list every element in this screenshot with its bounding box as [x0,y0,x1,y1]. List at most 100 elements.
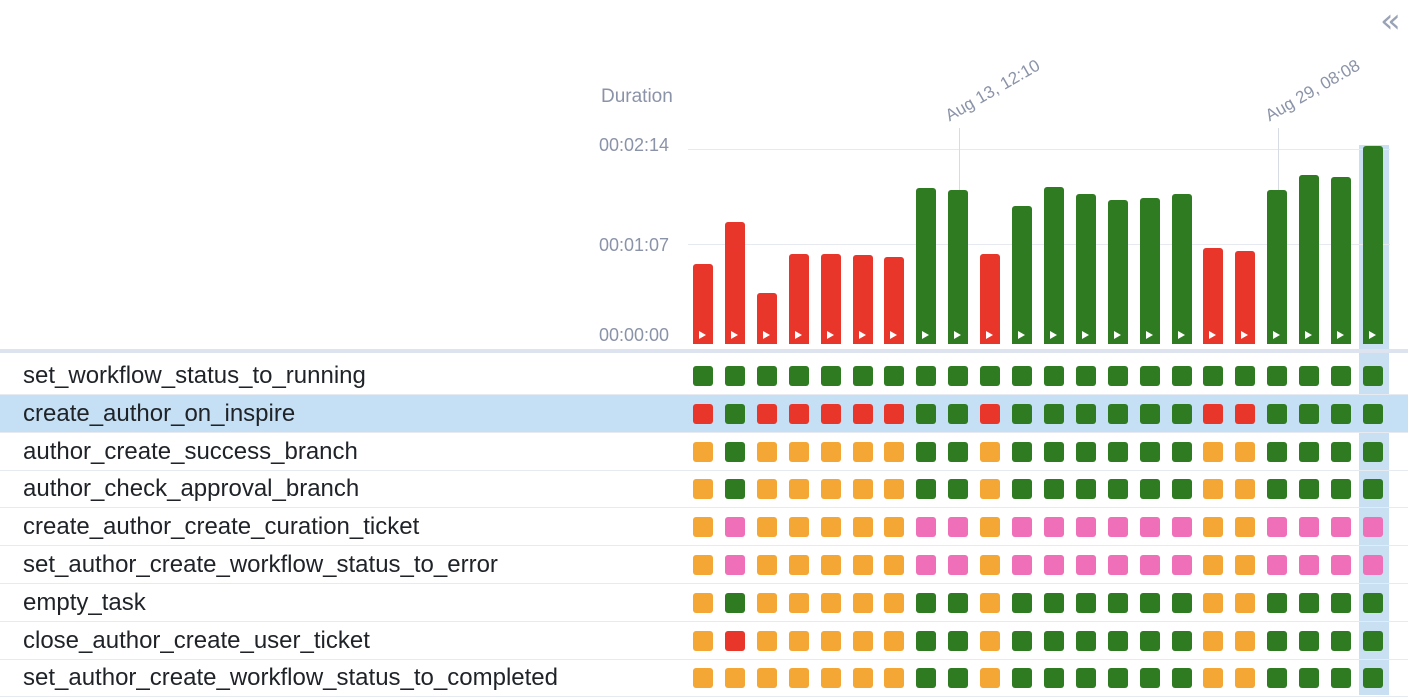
task-instance-status[interactable] [916,517,936,538]
task-instance-status[interactable] [1363,366,1383,386]
task-instance-status[interactable] [1299,403,1319,424]
task-instance-status[interactable] [821,517,841,538]
task-instance-status[interactable] [757,517,777,538]
task-instance-status[interactable] [948,366,968,386]
task-instance-status[interactable] [980,630,1000,651]
task-instance-status[interactable] [1267,403,1287,424]
task-instance-status[interactable] [1235,517,1255,538]
task-instance-status[interactable] [884,555,904,575]
task-instance-status[interactable] [725,366,745,386]
task-instance-status[interactable] [693,668,713,689]
task-instance-status[interactable] [757,366,777,386]
task-instance-status[interactable] [1172,479,1192,500]
task-instance-status[interactable] [693,366,713,386]
task-instance-status[interactable] [980,555,1000,575]
task-instance-status[interactable] [1012,517,1032,538]
task-instance-status[interactable] [853,555,873,575]
task-instance-status[interactable] [1140,668,1160,689]
task-instance-status[interactable] [821,479,841,500]
task-instance-status[interactable] [789,668,809,689]
task-instance-status[interactable] [1299,555,1319,575]
task-instance-status[interactable] [853,592,873,613]
task-instance-status[interactable] [1363,441,1383,462]
task-instance-status[interactable] [916,630,936,651]
task-instance-status[interactable] [1172,366,1192,386]
task-instance-status[interactable] [1299,592,1319,613]
task-instance-status[interactable] [1203,403,1223,424]
task-instance-status[interactable] [1203,517,1223,538]
task-instance-status[interactable] [1203,441,1223,462]
task-instance-status[interactable] [725,592,745,613]
task-instance-status[interactable] [1044,403,1064,424]
task-instance-status[interactable] [884,403,904,424]
task-instance-status[interactable] [1299,479,1319,500]
duration-bar[interactable] [789,254,809,344]
task-instance-status[interactable] [980,366,1000,386]
task-instance-status[interactable] [1108,366,1128,386]
duration-bar[interactable] [1076,194,1096,344]
duration-bar[interactable] [884,257,904,344]
task-instance-status[interactable] [1363,517,1383,538]
task-instance-status[interactable] [1076,441,1096,462]
task-instance-status[interactable] [1331,517,1351,538]
task-row[interactable]: set_author_create_workflow_status_to_err… [0,546,1408,584]
task-instance-status[interactable] [884,592,904,613]
task-instance-status[interactable] [1331,668,1351,689]
task-instance-status[interactable] [980,441,1000,462]
task-instance-status[interactable] [948,403,968,424]
task-instance-status[interactable] [1235,630,1255,651]
task-instance-status[interactable] [1172,403,1192,424]
task-name[interactable]: author_create_success_branch [23,438,358,466]
duration-bar[interactable] [1299,175,1319,344]
task-instance-status[interactable] [821,555,841,575]
task-instance-status[interactable] [1012,555,1032,575]
task-instance-status[interactable] [1331,479,1351,500]
task-instance-status[interactable] [1044,366,1064,386]
task-instance-status[interactable] [1076,555,1096,575]
task-instance-status[interactable] [916,403,936,424]
task-instance-status[interactable] [853,403,873,424]
task-instance-status[interactable] [1299,668,1319,689]
task-instance-status[interactable] [948,668,968,689]
task-instance-status[interactable] [693,517,713,538]
task-instance-status[interactable] [853,668,873,689]
task-name[interactable]: set_workflow_status_to_running [23,362,366,390]
task-instance-status[interactable] [1172,592,1192,613]
task-instance-status[interactable] [1363,403,1383,424]
task-instance-status[interactable] [1363,555,1383,575]
task-instance-status[interactable] [821,630,841,651]
task-instance-status[interactable] [757,630,777,651]
task-instance-status[interactable] [1235,441,1255,462]
task-row[interactable]: create_author_on_inspire [0,394,1408,433]
task-instance-status[interactable] [789,441,809,462]
task-instance-status[interactable] [853,366,873,386]
task-instance-status[interactable] [1140,366,1160,386]
task-instance-status[interactable] [1140,479,1160,500]
task-instance-status[interactable] [757,592,777,613]
task-instance-status[interactable] [1203,668,1223,689]
task-instance-status[interactable] [1172,630,1192,651]
task-instance-status[interactable] [757,479,777,500]
task-instance-status[interactable] [1108,479,1128,500]
task-instance-status[interactable] [1363,479,1383,500]
task-instance-status[interactable] [725,479,745,500]
task-instance-status[interactable] [916,479,936,500]
task-instance-status[interactable] [1299,441,1319,462]
task-instance-status[interactable] [725,668,745,689]
task-instance-status[interactable] [853,441,873,462]
task-instance-status[interactable] [693,555,713,575]
task-instance-status[interactable] [1203,592,1223,613]
task-instance-status[interactable] [948,479,968,500]
task-instance-status[interactable] [1140,403,1160,424]
task-instance-status[interactable] [884,479,904,500]
task-instance-status[interactable] [1235,366,1255,386]
task-instance-status[interactable] [980,592,1000,613]
task-instance-status[interactable] [1076,668,1096,689]
task-instance-status[interactable] [1076,592,1096,613]
task-instance-status[interactable] [1108,555,1128,575]
task-instance-status[interactable] [948,630,968,651]
task-instance-status[interactable] [853,479,873,500]
task-instance-status[interactable] [1012,441,1032,462]
task-instance-status[interactable] [980,668,1000,689]
task-instance-status[interactable] [1044,441,1064,462]
